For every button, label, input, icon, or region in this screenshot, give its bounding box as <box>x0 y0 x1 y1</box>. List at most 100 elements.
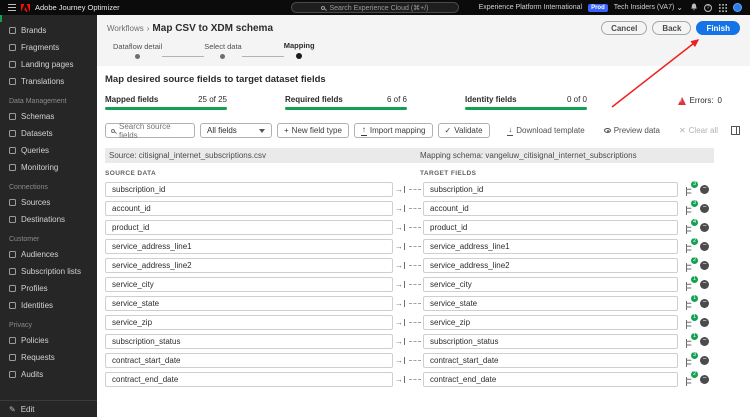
source-field[interactable]: service_city <box>105 277 393 292</box>
import-mapping-button[interactable]: ↑ Import mapping <box>353 123 433 138</box>
sidebar-item-subscription-lists[interactable]: Subscription lists <box>0 263 97 280</box>
sidebar-item-fragments[interactable]: Fragments <box>0 39 97 56</box>
map-field-icon[interactable]: → <box>393 280 407 289</box>
sidebar-item-policies[interactable]: Policies <box>0 332 97 349</box>
sidebar-item-brands[interactable]: Brands <box>0 22 97 39</box>
source-field[interactable]: contract_end_date <box>105 372 393 387</box>
source-field[interactable]: product_id <box>105 220 393 235</box>
schema-structure-icon[interactable]: 2 <box>684 371 698 386</box>
source-field[interactable]: service_address_line1 <box>105 239 393 254</box>
apps-grid-icon[interactable] <box>718 3 727 12</box>
notifications-bell-icon[interactable] <box>689 3 698 12</box>
schema-structure-icon[interactable]: 3 <box>684 200 698 215</box>
sidebar-item-audits[interactable]: Audits <box>0 366 97 383</box>
remove-mapping-icon[interactable]: − <box>700 280 709 289</box>
sidebar-edit-button[interactable]: ✎ Edit <box>0 400 97 417</box>
validate-button[interactable]: ✓ Validate <box>437 123 490 138</box>
source-field[interactable]: service_state <box>105 296 393 311</box>
map-field-icon[interactable]: → <box>393 185 407 194</box>
map-field-icon[interactable]: → <box>393 261 407 270</box>
sidebar-item-queries[interactable]: Queries <box>0 142 97 159</box>
map-field-icon[interactable]: → <box>393 375 407 384</box>
map-field-icon[interactable]: → <box>393 356 407 365</box>
target-field[interactable]: contract_end_date <box>423 372 678 387</box>
sidebar-item-label: Landing pages <box>21 60 74 69</box>
schema-structure-icon[interactable]: 1 <box>684 295 698 310</box>
source-field[interactable]: service_address_line2 <box>105 258 393 273</box>
remove-mapping-icon[interactable]: − <box>700 261 709 270</box>
target-field[interactable]: service_city <box>423 277 678 292</box>
remove-mapping-icon[interactable]: − <box>700 223 709 232</box>
remove-mapping-icon[interactable]: − <box>700 356 709 365</box>
remove-mapping-icon[interactable]: − <box>700 185 709 194</box>
map-field-icon[interactable]: → <box>393 204 407 213</box>
column-settings-icon[interactable] <box>731 126 740 135</box>
target-field[interactable]: service_address_line2 <box>423 258 678 273</box>
sidebar-item-audiences[interactable]: Audiences <box>0 246 97 263</box>
menu-icon[interactable] <box>8 4 16 11</box>
map-field-icon[interactable]: → <box>393 242 407 251</box>
sidebar-item-schemas[interactable]: Schemas <box>0 108 97 125</box>
user-avatar[interactable] <box>733 3 742 12</box>
sidebar-item-requests[interactable]: Requests <box>0 349 97 366</box>
target-field[interactable]: subscription_status <box>423 334 678 349</box>
map-field-icon[interactable]: → <box>393 337 407 346</box>
breadcrumb-separator: › <box>146 23 150 33</box>
sidebar-item-monitoring[interactable]: Monitoring <box>0 159 97 176</box>
remove-mapping-icon[interactable]: − <box>700 299 709 308</box>
schema-structure-icon[interactable]: 1 <box>684 314 698 329</box>
schema-structure-icon[interactable]: 1 <box>684 333 698 348</box>
schema-structure-icon[interactable]: 2 <box>684 238 698 253</box>
source-field[interactable]: subscription_status <box>105 334 393 349</box>
source-field[interactable]: service_zip <box>105 315 393 330</box>
target-field[interactable]: subscription_id <box>423 182 678 197</box>
remove-mapping-icon[interactable]: − <box>700 337 709 346</box>
breadcrumb-workflows[interactable]: Workflows <box>107 24 144 33</box>
env-badge[interactable]: Prod <box>588 3 608 12</box>
search-source-fields-input[interactable]: Search source fields <box>105 122 195 140</box>
step-mapping[interactable]: Mapping <box>284 41 315 59</box>
sidebar-item-landing-pages[interactable]: Landing pages <box>0 56 97 73</box>
remove-mapping-icon[interactable]: − <box>700 375 709 384</box>
target-field[interactable]: service_state <box>423 296 678 311</box>
step-dataflow-detail[interactable]: Dataflow detail <box>113 42 162 59</box>
source-field[interactable]: contract_start_date <box>105 353 393 368</box>
schema-structure-icon[interactable]: 4 <box>684 219 698 234</box>
map-field-icon[interactable]: → <box>393 299 407 308</box>
new-field-type-button[interactable]: + New field type <box>277 123 349 138</box>
clear-all-button[interactable]: ✕ Clear all <box>673 123 724 138</box>
map-field-icon[interactable]: → <box>393 318 407 327</box>
sidebar-item-translations[interactable]: Translations <box>0 73 97 90</box>
sidebar-item-profiles[interactable]: Profiles <box>0 280 97 297</box>
back-button[interactable]: Back <box>652 21 692 35</box>
schema-structure-icon[interactable]: 1 <box>684 276 698 291</box>
sidebar-item-destinations[interactable]: Destinations <box>0 211 97 228</box>
sidebar-item-identities[interactable]: Identities <box>0 297 97 314</box>
sidebar-item-sources[interactable]: Sources <box>0 194 97 211</box>
target-field[interactable]: service_address_line1 <box>423 239 678 254</box>
finish-button[interactable]: Finish <box>696 21 740 35</box>
download-template-button[interactable]: ↓ Download template <box>501 123 590 138</box>
source-field[interactable]: account_id <box>105 201 393 216</box>
target-field[interactable]: account_id <box>423 201 678 216</box>
schema-structure-icon[interactable]: 3 <box>684 352 698 367</box>
help-icon[interactable]: ? <box>704 3 712 12</box>
target-field[interactable]: product_id <box>423 220 678 235</box>
sidebar-item-datasets[interactable]: Datasets <box>0 125 97 142</box>
schema-structure-icon[interactable]: 2 <box>684 257 698 272</box>
map-field-icon[interactable]: → <box>393 223 407 232</box>
step-select-data[interactable]: Select data <box>204 42 242 59</box>
org-name[interactable]: Experience Platform International <box>479 4 583 11</box>
source-field[interactable]: subscription_id <box>105 182 393 197</box>
global-search[interactable]: Search Experience Cloud (⌘+/) <box>291 2 459 13</box>
sandbox-selector[interactable]: Tech Insiders (VA7) ⌄ <box>614 3 683 12</box>
cancel-button[interactable]: Cancel <box>601 21 648 35</box>
field-filter-select[interactable]: All fields <box>200 123 272 138</box>
remove-mapping-icon[interactable]: − <box>700 242 709 251</box>
remove-mapping-icon[interactable]: − <box>700 204 709 213</box>
target-field[interactable]: contract_start_date <box>423 353 678 368</box>
remove-mapping-icon[interactable]: − <box>700 318 709 327</box>
preview-data-button[interactable]: Preview data <box>598 123 666 138</box>
schema-structure-icon[interactable]: 3 <box>684 181 698 196</box>
target-field[interactable]: service_zip <box>423 315 678 330</box>
